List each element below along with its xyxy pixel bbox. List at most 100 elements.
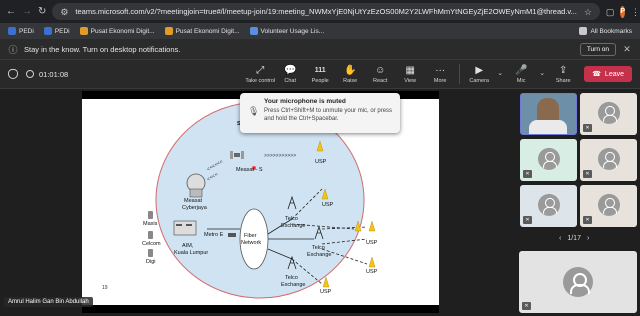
mic-off-icon: ✕ xyxy=(583,170,592,178)
bookmarks-bar: PEDi PEDi Pusat Ekonomi Digit... Pusat E… xyxy=(0,23,640,39)
reload-icon[interactable]: ↻ xyxy=(38,6,46,18)
bookmark-favicon-icon xyxy=(164,27,173,35)
people-icon: 111 xyxy=(314,66,326,74)
fiber-label: Fiber xyxy=(244,233,257,239)
react-icon: ☺ xyxy=(375,64,386,76)
profile-avatar[interactable]: P xyxy=(620,5,626,18)
telco-label: Telco xyxy=(285,216,298,222)
mic-off-icon: ✕ xyxy=(583,124,592,132)
site-info-icon[interactable]: ⚙ xyxy=(58,6,70,18)
avatar-icon xyxy=(597,193,620,216)
view-button[interactable]: ▦ View xyxy=(395,65,425,84)
menu-icon[interactable]: ⋮ xyxy=(631,6,640,18)
take-control-icon: ⤢ xyxy=(256,64,265,76)
view-icon: ▦ xyxy=(405,64,415,76)
toast-title: Your microphone is muted xyxy=(264,98,346,105)
measat-s-label: Measat - S xyxy=(236,167,263,173)
server-icon xyxy=(173,220,197,236)
people-button[interactable]: 111 People xyxy=(305,65,335,84)
chat-label: Chat xyxy=(284,77,296,84)
bookmark-item[interactable]: PEDi xyxy=(8,27,34,35)
close-icon[interactable]: ✕ xyxy=(622,44,632,55)
participant-tile[interactable]: ✕ xyxy=(580,139,637,181)
kuala-lumpur-label: Kuala Lumpur xyxy=(174,250,208,256)
mic-off-icon: ✕ xyxy=(523,170,532,178)
share-label: Share xyxy=(555,77,571,84)
bookmark-item[interactable]: Volunteer Usage Lis... xyxy=(249,27,325,35)
bookmark-label: PEDi xyxy=(54,27,70,35)
people-label: People xyxy=(311,77,329,84)
forward-icon[interactable]: → xyxy=(22,6,32,18)
aim-label: AIM, xyxy=(182,243,194,249)
react-label: React xyxy=(373,77,388,84)
view-label: View xyxy=(404,77,417,84)
react-button[interactable]: ☺ React xyxy=(365,65,395,84)
exchange-label: Exchange xyxy=(307,252,331,258)
participant-tile[interactable]: ✕ xyxy=(580,185,637,227)
chevron-right-icon[interactable]: › xyxy=(587,235,589,242)
phone-hangup-icon: ☎ xyxy=(592,71,601,78)
more-button[interactable]: ··· More xyxy=(425,65,455,84)
notification-text: Stay in the know. Turn on desktop notifi… xyxy=(24,44,181,54)
camera-options-chevron-icon[interactable]: ⌄ xyxy=(494,68,506,80)
turn-on-button[interactable]: Turn on xyxy=(579,42,616,56)
bookmark-favicon-icon xyxy=(8,27,16,35)
bookmark-item[interactable]: Pusat Ekonomi Digit... xyxy=(164,27,240,35)
bookmark-favicon-icon xyxy=(79,27,88,35)
bookmark-label: Pusat Ekonomi Digit... xyxy=(175,27,240,35)
bookmark-label: Volunteer Usage Lis... xyxy=(260,27,325,35)
shield-icon xyxy=(8,69,18,79)
mic-off-icon: ✕ xyxy=(522,302,531,310)
participant-tile[interactable]: ✕ xyxy=(520,139,577,181)
bookmark-label: Pusat Ekonomi Digit... xyxy=(90,27,155,35)
take-control-button[interactable]: ⤢ Take control xyxy=(245,65,275,84)
browser-toolbar: ← → ↻ ⚙ teams.microsoft.com/v2/?meetingj… xyxy=(0,0,640,23)
participant-tile[interactable]: ✕ xyxy=(580,93,637,135)
bookmark-star-icon[interactable]: ☆ xyxy=(582,6,594,18)
participant-tile-large[interactable]: ✕ xyxy=(519,251,637,313)
usp-label: USP xyxy=(366,269,378,275)
meeting-timer: 01:01:08 xyxy=(39,69,69,79)
metro-e-label: Metro E xyxy=(204,232,224,238)
extensions-icon[interactable]: ▢ xyxy=(606,6,615,18)
avatar-icon xyxy=(537,147,560,170)
telco-label: Telco xyxy=(285,275,298,281)
toolbar-divider xyxy=(459,64,461,84)
exchange-label: Exchange xyxy=(281,223,305,229)
back-icon[interactable]: ← xyxy=(6,6,16,18)
avatar-icon xyxy=(597,101,620,124)
bookmark-favicon-icon xyxy=(249,27,258,35)
leave-button[interactable]: ☎ Leave xyxy=(584,66,632,82)
chat-icon: 💬 xyxy=(283,64,297,76)
participant-tile-active-speaker[interactable] xyxy=(520,93,577,135)
raise-hand-button[interactable]: ✋ Raise xyxy=(335,65,365,84)
participant-video-body xyxy=(529,120,567,134)
meeting-stage: >>>>>>>>>>> <<<<<< <<<< S Measat - S USP… xyxy=(0,89,640,316)
camera-label: Camera xyxy=(469,77,489,84)
operator-icons xyxy=(148,211,153,257)
raise-hand-icon: ✋ xyxy=(343,64,357,76)
address-bar[interactable]: ⚙ teams.microsoft.com/v2/?meetingjoin=tr… xyxy=(52,3,600,20)
toast-body: Press Ctrl+Shift+M to unmute your mic, o… xyxy=(264,108,393,122)
mic-muted-icon: 🎙 xyxy=(248,106,260,116)
url-text: teams.microsoft.com/v2/?meetingjoin=true… xyxy=(75,7,577,16)
maxis-label: Maxis xyxy=(143,221,158,227)
share-icon: ⇪ xyxy=(558,64,568,76)
mic-options-chevron-icon[interactable]: ⌄ xyxy=(536,68,548,80)
bookmark-item[interactable]: PEDi xyxy=(43,27,70,35)
exchange-label: Exchange xyxy=(281,282,305,288)
chat-button[interactable]: 💬 Chat xyxy=(275,65,305,84)
camera-button[interactable]: ▶ Camera xyxy=(464,65,494,84)
share-button[interactable]: ⇪ Share xyxy=(548,65,578,84)
mic-button[interactable]: 🎤 Mic xyxy=(506,65,536,84)
all-bookmarks[interactable]: All Bookmarks xyxy=(579,27,632,35)
usp-label: USP xyxy=(315,159,327,165)
all-bookmarks-label: All Bookmarks xyxy=(590,27,632,35)
bookmark-favicon-icon xyxy=(43,27,52,35)
slide-number: 19 xyxy=(102,285,108,291)
avatar-icon xyxy=(563,267,593,297)
chevron-left-icon[interactable]: ‹ xyxy=(559,235,561,242)
participant-tile[interactable]: ✕ xyxy=(520,185,577,227)
bookmark-item[interactable]: Pusat Ekonomi Digit... xyxy=(79,27,155,35)
mic-off-icon: ✕ xyxy=(523,216,532,224)
